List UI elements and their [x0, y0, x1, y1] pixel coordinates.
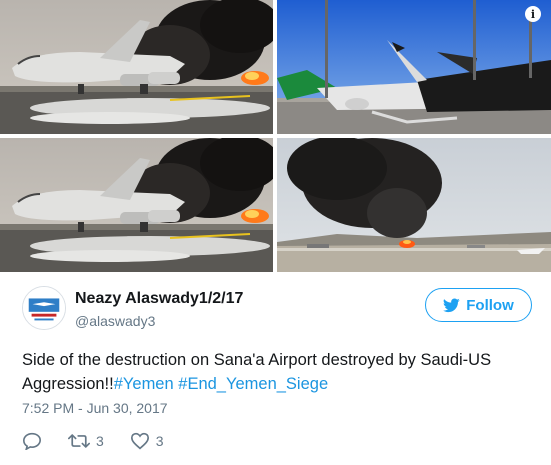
follow-button[interactable]: Follow [425, 288, 532, 322]
retweet-icon [68, 434, 90, 448]
like-count: 3 [155, 433, 164, 449]
like-button[interactable]: 3 [130, 432, 164, 450]
retweet-button[interactable]: 3 [68, 433, 104, 449]
hashtag-end-yemen-siege[interactable]: #End_Yemen_Siege [178, 375, 328, 393]
tweet-timestamp[interactable]: 7:52 PM - Jun 30, 2017 [22, 400, 168, 416]
tweet-media-grid: i [0, 0, 551, 272]
photo-airliner-burned[interactable]: i [277, 0, 551, 134]
tweet-text: Side of the destruction on Sana'a Airpor… [22, 348, 542, 396]
author-name[interactable]: Neazy Alaswady1/2/17 [75, 290, 243, 308]
photo-cargo-plane-burning-2[interactable] [0, 138, 273, 272]
reply-button[interactable] [22, 432, 42, 450]
tweet-actions: 3 3 [22, 430, 190, 452]
reply-icon [22, 432, 42, 450]
avatar[interactable] [22, 286, 66, 330]
photo-cargo-plane-burning[interactable] [0, 0, 273, 134]
retweet-count: 3 [96, 433, 104, 449]
tweet-author-row: Neazy Alaswady1/2/17 @alaswady3 Follow [22, 286, 532, 336]
heart-icon [130, 432, 149, 450]
hashtag-yemen[interactable]: #Yemen [114, 375, 174, 393]
photo-smoke-over-airport[interactable] [277, 138, 551, 272]
info-icon[interactable]: i [525, 6, 541, 22]
twitter-bird-icon [443, 297, 460, 312]
author-handle[interactable]: @alaswady3 [75, 313, 155, 329]
follow-button-label: Follow [466, 296, 514, 314]
